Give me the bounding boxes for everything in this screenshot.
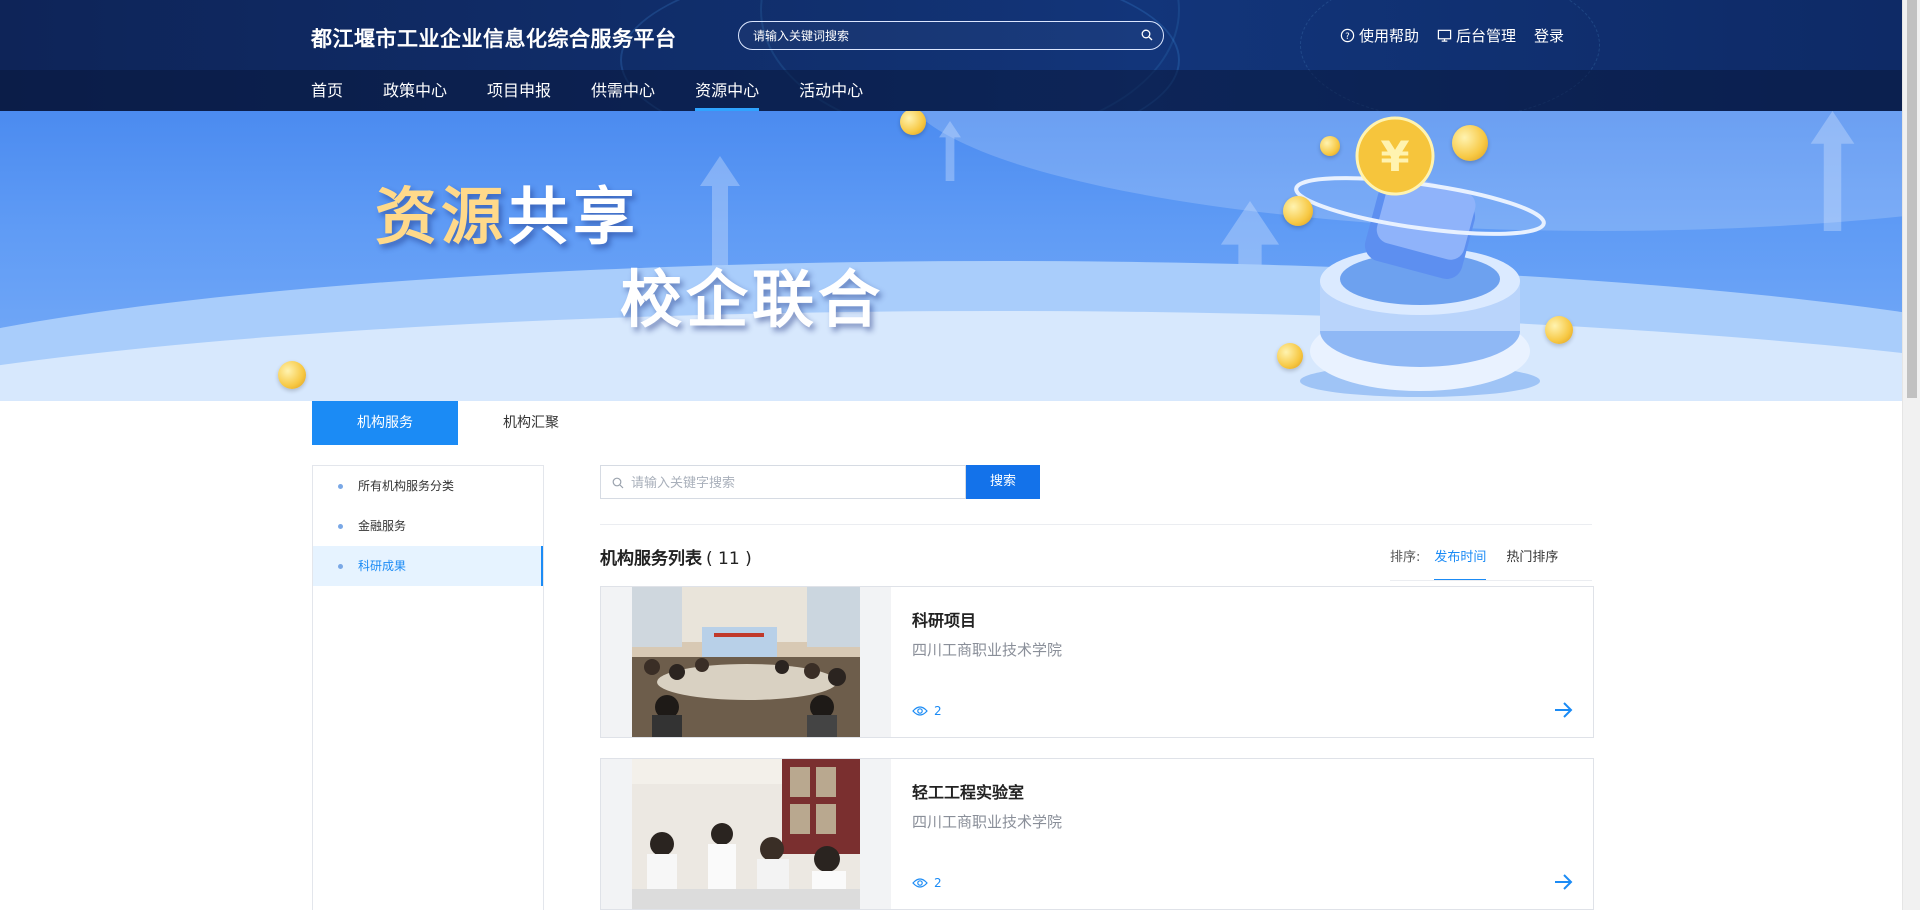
banner-headline-1b: 共享 bbox=[507, 180, 640, 253]
coin-decoration bbox=[1283, 196, 1313, 226]
help-link-label: 使用帮助 bbox=[1359, 27, 1420, 45]
eye-icon bbox=[912, 878, 928, 888]
nav-item-resources[interactable]: 资源中心 bbox=[695, 70, 760, 111]
arrow-right-icon[interactable] bbox=[1553, 873, 1573, 891]
help-link[interactable]: ? 使用帮助 bbox=[1340, 25, 1419, 46]
sidebar-item-label: 科研成果 bbox=[358, 559, 407, 573]
svg-text:?: ? bbox=[1345, 31, 1349, 41]
list-item[interactable]: 科研项目 四川工商职业技术学院 2 bbox=[600, 586, 1594, 738]
content-tabs: 机构服务 机构汇聚 bbox=[312, 401, 604, 445]
coin-decoration bbox=[1320, 136, 1340, 156]
item-name[interactable]: 轻工工程实验室 bbox=[912, 779, 1024, 803]
nav-item-activities[interactable]: 活动中心 bbox=[799, 70, 863, 111]
card-image-area bbox=[601, 587, 891, 737]
list-item[interactable]: 轻工工程实验室 四川工商职业技术学院 2 bbox=[600, 758, 1594, 910]
hero-banner: 资源共享 校企联合 ¥ bbox=[0, 111, 1902, 401]
up-arrow-decoration bbox=[1810, 111, 1855, 231]
svg-text:¥: ¥ bbox=[1380, 132, 1409, 181]
monitor-icon bbox=[1437, 29, 1452, 42]
help-circle-icon: ? bbox=[1340, 28, 1355, 43]
coin-decoration bbox=[1452, 125, 1488, 161]
laboratory-photo bbox=[632, 759, 860, 909]
view-count-value: 2 bbox=[934, 704, 942, 718]
meeting-room-photo bbox=[632, 587, 860, 737]
eye-icon bbox=[912, 706, 928, 716]
tab-institution-gathering[interactable]: 机构汇聚 bbox=[458, 401, 604, 445]
coin-decoration bbox=[900, 111, 926, 135]
card-image-area bbox=[601, 759, 891, 909]
site-title[interactable]: 都江堰市工业企业信息化综合服务平台 bbox=[311, 23, 677, 53]
header-bar: 都江堰市工业企业信息化综合服务平台 ? 使用帮助 后台管理 登录 首页 政策中心… bbox=[0, 0, 1902, 111]
nav-item-project[interactable]: 项目申报 bbox=[487, 70, 551, 111]
list-search: 搜索 bbox=[600, 465, 1040, 499]
bullet-dot bbox=[338, 484, 343, 489]
header-search-box bbox=[738, 21, 1164, 50]
admin-link[interactable]: 后台管理 bbox=[1437, 25, 1516, 46]
banner-headline-1a: 资源 bbox=[375, 180, 508, 253]
banner-headline-1: 资源共享 bbox=[375, 166, 639, 256]
sort-by-publish-time[interactable]: 发布时间 bbox=[1434, 544, 1487, 581]
sidebar-item-all-categories[interactable]: 所有机构服务分类 bbox=[313, 466, 543, 506]
coin-decoration bbox=[1545, 316, 1573, 344]
view-count: 2 bbox=[912, 876, 942, 890]
coin-decoration bbox=[278, 361, 306, 389]
sort-controls: 排序: 发布时间 热门排序 bbox=[1390, 544, 1578, 581]
sidebar-item-label: 所有机构服务分类 bbox=[358, 479, 455, 493]
page: 都江堰市工业企业信息化综合服务平台 ? 使用帮助 后台管理 登录 首页 政策中心… bbox=[0, 0, 1920, 910]
list-title: 机构服务列表( 11 ) bbox=[600, 544, 752, 569]
search-button[interactable]: 搜索 bbox=[966, 465, 1040, 499]
nav-item-supply-demand[interactable]: 供需中心 bbox=[591, 70, 655, 111]
view-count: 2 bbox=[912, 704, 942, 718]
nav-item-policy[interactable]: 政策中心 bbox=[383, 70, 447, 111]
login-link[interactable]: 登录 bbox=[1534, 25, 1564, 46]
header-links: ? 使用帮助 后台管理 登录 bbox=[1340, 25, 1564, 46]
finance-illustration: ¥ bbox=[1294, 116, 1546, 397]
divider bbox=[600, 524, 1592, 525]
list-title-text: 机构服务列表 bbox=[600, 549, 702, 569]
list-search-box bbox=[600, 465, 966, 499]
item-organization: 四川工商职业技术学院 bbox=[912, 813, 1063, 831]
main-nav-bar: 首页 政策中心 项目申报 供需中心 资源中心 活动中心 bbox=[0, 70, 1902, 111]
coin-decoration bbox=[1277, 343, 1303, 369]
search-icon[interactable] bbox=[1141, 29, 1153, 41]
list-count: ( 11 ) bbox=[706, 549, 752, 569]
bullet-dot bbox=[338, 564, 343, 569]
item-organization: 四川工商职业技术学院 bbox=[912, 641, 1063, 659]
sort-label: 排序: bbox=[1390, 550, 1421, 565]
admin-link-label: 后台管理 bbox=[1456, 27, 1517, 45]
nav-item-home[interactable]: 首页 bbox=[311, 70, 343, 111]
view-count-value: 2 bbox=[934, 876, 942, 890]
scrollbar-thumb[interactable] bbox=[1907, 0, 1917, 398]
arrow-right-icon[interactable] bbox=[1553, 701, 1573, 719]
page-scrollbar[interactable] bbox=[1902, 0, 1920, 910]
sidebar-item-research[interactable]: 科研成果 bbox=[313, 546, 543, 586]
banner-headline-2: 校企联合 bbox=[620, 263, 885, 336]
list-search-input[interactable] bbox=[631, 474, 951, 492]
search-icon bbox=[612, 477, 624, 489]
sort-by-popularity[interactable]: 热门排序 bbox=[1506, 544, 1558, 581]
category-sidebar: 所有机构服务分类 金融服务 科研成果 bbox=[312, 465, 544, 910]
item-name[interactable]: 科研项目 bbox=[912, 607, 976, 631]
tab-institution-services[interactable]: 机构服务 bbox=[312, 401, 458, 445]
sidebar-item-label: 金融服务 bbox=[358, 519, 407, 533]
divider bbox=[1390, 580, 1592, 581]
main-nav: 首页 政策中心 项目申报 供需中心 资源中心 活动中心 bbox=[311, 70, 903, 111]
header-search-input[interactable] bbox=[753, 26, 1123, 46]
sidebar-item-finance[interactable]: 金融服务 bbox=[313, 506, 543, 546]
login-link-label: 登录 bbox=[1534, 27, 1565, 45]
up-arrow-decoration bbox=[939, 121, 961, 181]
bullet-dot bbox=[338, 524, 343, 529]
